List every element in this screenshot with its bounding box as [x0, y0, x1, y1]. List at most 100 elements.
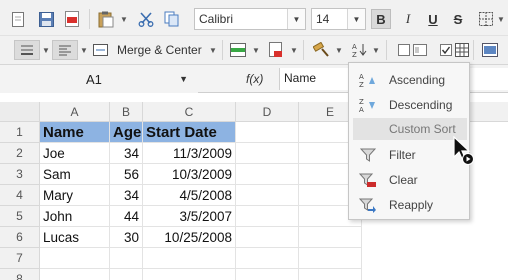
paste-icon[interactable]: [96, 9, 116, 29]
chevron-down-icon[interactable]: ▼: [287, 9, 305, 29]
copy-icon[interactable]: [162, 9, 182, 29]
table-grid-icon[interactable]: [452, 40, 472, 60]
table-cell[interactable]: 30: [110, 227, 143, 248]
menu-item-filter[interactable]: Filter: [353, 144, 467, 166]
chevron-down-icon[interactable]: ▼: [179, 74, 188, 84]
vertical-align-icon[interactable]: [14, 40, 40, 60]
grid-cell[interactable]: [299, 248, 362, 269]
save-icon[interactable]: [36, 9, 56, 29]
row-header[interactable]: 2: [0, 143, 40, 164]
delete-dropdown-icon[interactable]: ▼: [290, 46, 298, 55]
cell-style-icon[interactable]: [410, 40, 430, 60]
row-header[interactable]: 6: [0, 227, 40, 248]
column-header[interactable]: C: [143, 102, 236, 122]
table-cell[interactable]: John: [40, 206, 110, 227]
horizontal-align-dropdown-icon[interactable]: ▼: [80, 46, 88, 55]
grid-cell[interactable]: [299, 227, 362, 248]
insert-image-icon[interactable]: [480, 40, 500, 60]
bold-button[interactable]: B: [371, 9, 391, 29]
menu-item-reapply[interactable]: Reapply: [353, 194, 467, 216]
menu-item-label: Clear: [389, 173, 418, 187]
cut-icon[interactable]: [136, 9, 156, 29]
merge-center-label[interactable]: Merge & Center: [117, 43, 202, 57]
vertical-align-dropdown-icon[interactable]: ▼: [42, 46, 50, 55]
mouse-cursor-icon: [452, 135, 476, 169]
toolbar-separator: [473, 40, 474, 60]
table-cell[interactable]: Sam: [40, 164, 110, 185]
grid-cell[interactable]: [110, 269, 143, 280]
table-header-cell[interactable]: Name: [40, 122, 110, 143]
table-cell[interactable]: 34: [110, 185, 143, 206]
paste-dropdown-icon[interactable]: ▼: [120, 15, 128, 24]
italic-button[interactable]: I: [398, 9, 418, 29]
pdf-export-icon[interactable]: [62, 9, 82, 29]
grid-cell[interactable]: [236, 164, 299, 185]
borders-icon[interactable]: [476, 9, 496, 29]
grid-cell[interactable]: [236, 248, 299, 269]
grid-cell[interactable]: [40, 269, 110, 280]
new-document-icon[interactable]: [8, 9, 28, 29]
column-header[interactable]: B: [110, 102, 143, 122]
row-header[interactable]: 4: [0, 185, 40, 206]
format-painter-dropdown-icon[interactable]: ▼: [335, 46, 343, 55]
chevron-down-icon[interactable]: ▼: [347, 9, 365, 29]
grid-cell[interactable]: [40, 248, 110, 269]
table-cell[interactable]: 44: [110, 206, 143, 227]
font-size-select[interactable]: 14 ▼: [311, 8, 366, 30]
insert-dropdown-icon[interactable]: ▼: [252, 46, 260, 55]
grid-cell[interactable]: [110, 248, 143, 269]
table-cell[interactable]: 10/3/2009: [143, 164, 236, 185]
merge-cells-icon[interactable]: [90, 40, 110, 60]
sort-dropdown-icon[interactable]: ▼: [372, 46, 380, 55]
toolbar-separator: [303, 40, 304, 60]
select-all-corner[interactable]: [0, 102, 40, 122]
bold-label: B: [376, 11, 386, 27]
grid-cell[interactable]: [236, 269, 299, 280]
strikethrough-button[interactable]: S: [448, 9, 468, 29]
row-header[interactable]: 3: [0, 164, 40, 185]
delete-rows-icon[interactable]: [266, 40, 286, 60]
row-header[interactable]: 8: [0, 269, 40, 280]
sort-filter-icon[interactable]: AZ: [350, 40, 370, 60]
column-header[interactable]: D: [236, 102, 299, 122]
font-name-select[interactable]: Calibri ▼: [194, 8, 306, 30]
pane-splitter-handle[interactable]: [268, 94, 280, 104]
grid-cell[interactable]: [236, 143, 299, 164]
column-header[interactable]: A: [40, 102, 110, 122]
table-header-cell[interactable]: Start Date: [143, 122, 236, 143]
table-cell[interactable]: 34: [110, 143, 143, 164]
borders-dropdown-icon[interactable]: ▼: [497, 15, 505, 24]
format-painter-icon[interactable]: [312, 40, 332, 60]
table-cell[interactable]: 3/5/2007: [143, 206, 236, 227]
menu-item-ascending[interactable]: AZ Ascending: [353, 69, 467, 91]
grid-cell[interactable]: [143, 248, 236, 269]
grid-cell[interactable]: [236, 206, 299, 227]
grid-cell[interactable]: [236, 122, 299, 143]
format-toolbar: ▼ ▼ Merge & Center ▼ ▼ ▼ ▼ AZ ▼: [0, 36, 508, 65]
menu-item-descending[interactable]: ZA Descending: [353, 94, 467, 116]
menu-item-custom-sort[interactable]: Custom Sort: [353, 118, 467, 140]
table-cell[interactable]: Mary: [40, 185, 110, 206]
grid-cell[interactable]: [236, 185, 299, 206]
table-cell[interactable]: Lucas: [40, 227, 110, 248]
name-box[interactable]: A1 ▼: [0, 65, 198, 93]
row-header[interactable]: 5: [0, 206, 40, 227]
grid-cell[interactable]: [143, 269, 236, 280]
row-header[interactable]: 7: [0, 248, 40, 269]
row-header[interactable]: 1: [0, 122, 40, 143]
table-header-cell[interactable]: Age: [110, 122, 143, 143]
insert-rows-icon[interactable]: [228, 40, 248, 60]
menu-item-clear[interactable]: Clear: [353, 169, 467, 191]
grid-cell[interactable]: [299, 269, 362, 280]
table-cell[interactable]: 4/5/2008: [143, 185, 236, 206]
table-cell[interactable]: Joe: [40, 143, 110, 164]
filter-clear-icon: [357, 169, 379, 191]
table-cell[interactable]: 10/25/2008: [143, 227, 236, 248]
horizontal-align-icon[interactable]: [52, 40, 78, 60]
underline-button[interactable]: U: [423, 9, 443, 29]
merge-dropdown-icon[interactable]: ▼: [209, 46, 217, 55]
grid-cell[interactable]: [236, 227, 299, 248]
table-cell[interactable]: 11/3/2009: [143, 143, 236, 164]
table-cell[interactable]: 56: [110, 164, 143, 185]
function-label[interactable]: f(x): [246, 72, 263, 86]
